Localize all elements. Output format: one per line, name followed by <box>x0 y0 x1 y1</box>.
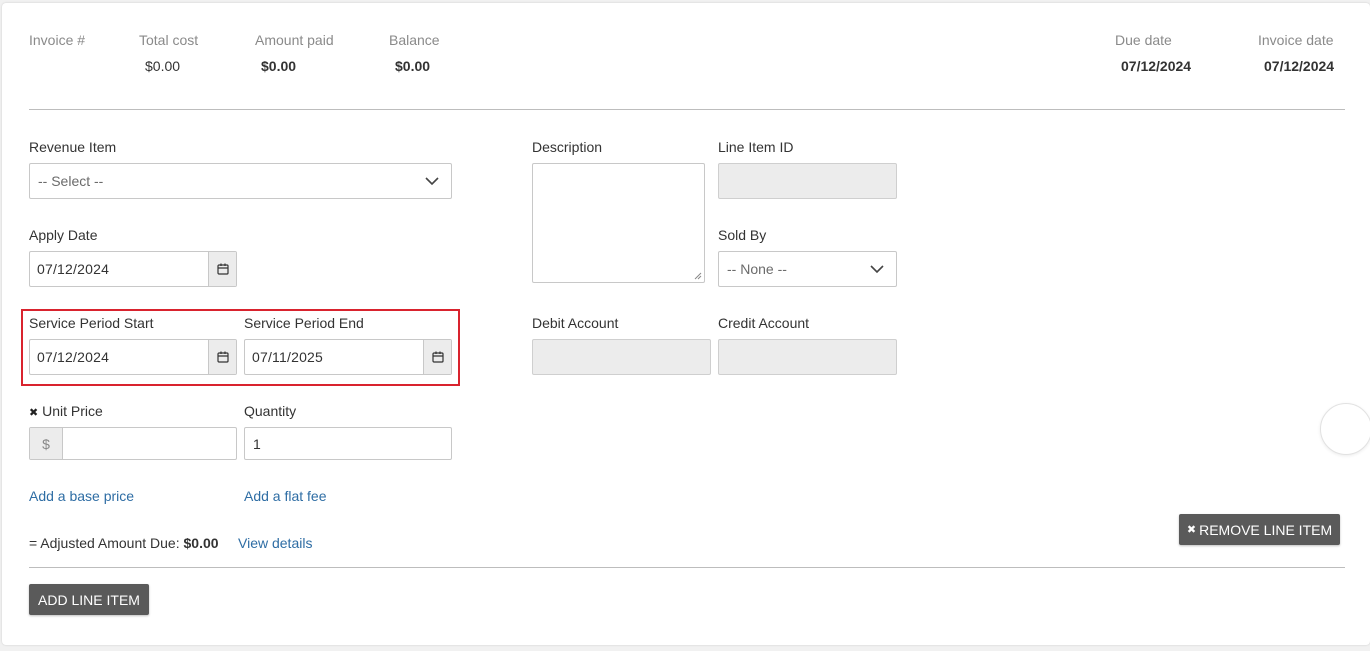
quantity-label: Quantity <box>244 403 297 419</box>
required-x-icon: ✖ <box>29 407 39 419</box>
due-date-value: 07/12/2024 <box>1121 58 1192 74</box>
balance-label: Balance <box>389 32 440 48</box>
sold-by-select[interactable]: -- None -- <box>718 251 897 287</box>
remove-line-item-button[interactable]: ✖ REMOVE LINE ITEM <box>1179 514 1340 545</box>
dollar-prefix: $ <box>30 428 63 459</box>
total-cost-label: Total cost <box>139 32 199 48</box>
floating-circle-button[interactable] <box>1320 403 1370 455</box>
footer-divider <box>29 567 1345 568</box>
debit-account-label: Debit Account <box>532 315 619 331</box>
credit-account-label: Credit Account <box>718 315 810 331</box>
line-item-id-input <box>718 163 897 199</box>
service-period-start-input[interactable]: 07/12/2024 <box>29 339 237 375</box>
quantity-value: 1 <box>253 435 261 452</box>
service-period-start-calendar-button[interactable] <box>208 340 236 374</box>
chevron-down-icon <box>425 177 439 186</box>
description-textarea[interactable] <box>532 163 705 283</box>
apply-date-label: Apply Date <box>29 227 98 243</box>
service-period-end-input[interactable]: 07/11/2025 <box>244 339 452 375</box>
debit-account-input <box>532 339 711 375</box>
sold-by-selected-text: -- None -- <box>727 261 787 277</box>
apply-date-value: 07/12/2024 <box>37 261 110 277</box>
sold-by-label: Sold By <box>718 227 767 243</box>
adjusted-amount-row: = Adjusted Amount Due: $0.00 <box>29 535 219 551</box>
line-item-card: Invoice # Total cost $0.00 Amount paid $… <box>2 3 1370 645</box>
amount-paid-label: Amount paid <box>255 32 334 48</box>
adjusted-amount-label: = Adjusted Amount Due: <box>29 535 180 551</box>
balance-value: $0.00 <box>395 58 431 74</box>
chevron-down-icon <box>870 265 884 274</box>
unit-price-label-row: ✖ Unit Price <box>29 403 103 419</box>
summary-divider <box>29 109 1345 110</box>
add-base-price-link[interactable]: Add a base price <box>29 488 134 504</box>
due-date-label: Due date <box>1115 32 1172 48</box>
close-icon: ✖ <box>1186 524 1197 536</box>
invoice-date-label: Invoice date <box>1258 32 1334 48</box>
service-period-end-label: Service Period End <box>244 315 364 331</box>
adjusted-amount-value: $0.00 <box>183 535 219 551</box>
add-flat-fee-link[interactable]: Add a flat fee <box>244 488 327 504</box>
service-period-start-value: 07/12/2024 <box>37 349 110 365</box>
view-details-link[interactable]: View details <box>238 535 312 551</box>
revenue-item-select[interactable]: -- Select -- <box>29 163 452 199</box>
calendar-icon <box>216 263 229 275</box>
amount-paid-value: $0.00 <box>261 58 297 74</box>
invoice-date-value: 07/12/2024 <box>1264 58 1335 74</box>
remove-line-item-label: REMOVE LINE ITEM <box>1199 521 1333 538</box>
description-label: Description <box>532 139 603 155</box>
apply-date-calendar-button[interactable] <box>208 252 236 286</box>
revenue-item-label: Revenue Item <box>29 139 117 155</box>
calendar-icon <box>216 351 229 363</box>
revenue-item-selected-text: -- Select -- <box>38 173 104 189</box>
service-period-end-calendar-button[interactable] <box>423 340 451 374</box>
total-cost-value: $0.00 <box>145 58 181 74</box>
calendar-icon <box>431 351 444 363</box>
service-period-end-value: 07/11/2025 <box>252 349 324 365</box>
resize-handle-icon[interactable] <box>694 272 702 280</box>
apply-date-input[interactable]: 07/12/2024 <box>29 251 237 287</box>
invoice-number-label: Invoice # <box>29 32 86 48</box>
credit-account-input <box>718 339 897 375</box>
service-period-start-label: Service Period Start <box>29 315 154 331</box>
unit-price-input[interactable]: $ <box>29 427 237 460</box>
unit-price-label: Unit Price <box>42 403 103 419</box>
line-item-id-label: Line Item ID <box>718 139 794 155</box>
add-line-item-button[interactable]: ADD LINE ITEM <box>29 584 149 615</box>
quantity-input[interactable]: 1 <box>244 427 452 460</box>
